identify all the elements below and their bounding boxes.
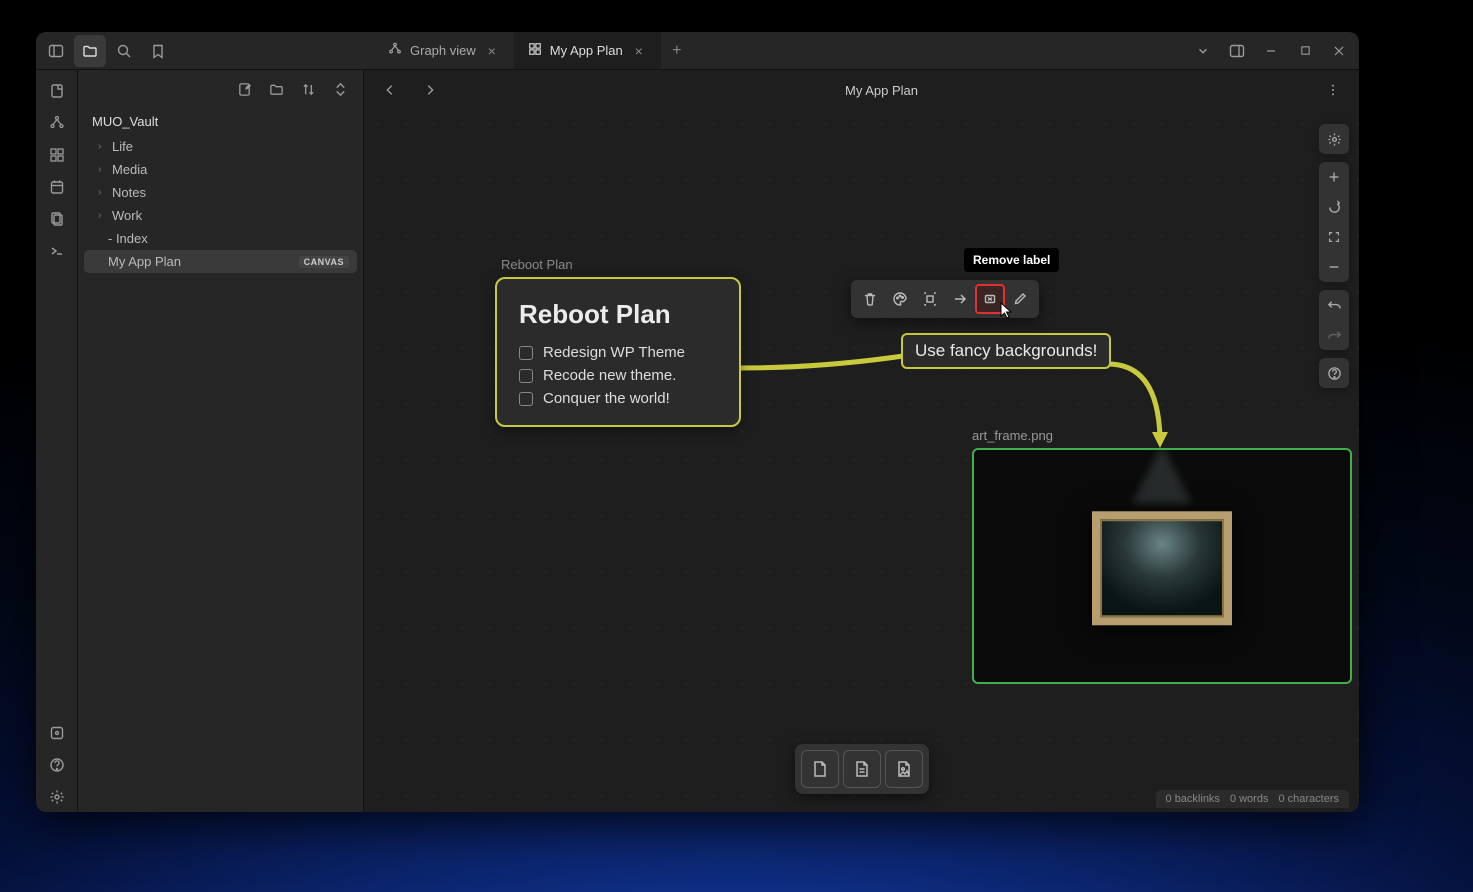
checkbox-icon[interactable] xyxy=(519,346,533,360)
add-media-icon[interactable] xyxy=(885,750,923,788)
backlinks-count[interactable]: 0 backlinks xyxy=(1166,793,1220,805)
titlebar: Graph view × My App Plan × + xyxy=(36,32,1359,70)
nav-forward-icon[interactable] xyxy=(414,74,446,106)
edge-label[interactable]: Use fancy backgrounds! xyxy=(901,333,1111,369)
selection-toolbar xyxy=(851,280,1039,318)
graph-view-icon[interactable] xyxy=(42,108,72,138)
picture-frame xyxy=(1092,511,1232,625)
command-palette-icon[interactable] xyxy=(42,236,72,266)
file-index[interactable]: - Index xyxy=(84,227,357,250)
undo-icon[interactable] xyxy=(1319,290,1349,320)
edit-icon[interactable] xyxy=(1005,284,1035,314)
folder-work[interactable]: ›Work xyxy=(84,204,357,227)
settings-icon[interactable] xyxy=(42,782,72,812)
checklist-item[interactable]: Conquer the world! xyxy=(519,390,717,407)
fullscreen-icon[interactable] xyxy=(1319,222,1349,252)
chevron-right-icon: › xyxy=(98,141,108,152)
folder-notes[interactable]: ›Notes xyxy=(84,181,357,204)
file-tree: ›Life ›Media ›Notes ›Work - Index My App… xyxy=(78,133,363,275)
checkbox-icon[interactable] xyxy=(519,369,533,383)
zoom-reset-icon[interactable] xyxy=(1319,192,1349,222)
add-file-icon[interactable] xyxy=(843,750,881,788)
search-icon[interactable] xyxy=(108,35,140,67)
checklist-item[interactable]: Redesign WP Theme xyxy=(519,344,717,361)
file-my-app-plan[interactable]: My App PlanCANVAS xyxy=(84,250,357,273)
ribbon xyxy=(36,70,78,812)
arrow-right-icon[interactable] xyxy=(945,284,975,314)
zoom-out-icon[interactable] xyxy=(1319,252,1349,282)
bookmark-icon[interactable] xyxy=(142,35,174,67)
canvas-add-toolbar xyxy=(795,744,929,794)
checklist-item[interactable]: Recode new theme. xyxy=(519,367,717,384)
canvas-icon xyxy=(528,42,542,59)
edge-line xyxy=(740,360,905,380)
redo-icon[interactable] xyxy=(1319,320,1349,350)
trash-icon[interactable] xyxy=(855,284,885,314)
app-window: Graph view × My App Plan × + xyxy=(36,32,1359,812)
sidebar-toggle-right-icon[interactable] xyxy=(1221,35,1253,67)
main-header: My App Plan xyxy=(364,70,1359,110)
nav-back-icon[interactable] xyxy=(374,74,406,106)
canvas-card-reboot-plan[interactable]: Reboot Plan Reboot Plan Redesign WP Them… xyxy=(495,277,741,427)
spotlight-decoration xyxy=(1132,448,1192,504)
tab-graph-view[interactable]: Graph view × xyxy=(374,32,514,69)
card-title: Reboot Plan xyxy=(519,299,717,330)
canvas-controls xyxy=(1319,124,1349,388)
canvas-badge: CANVAS xyxy=(299,256,349,268)
graph-icon xyxy=(388,42,402,59)
chevron-right-icon: › xyxy=(98,187,108,198)
tabs: Graph view × My App Plan × + xyxy=(374,32,1187,69)
page-title: My App Plan xyxy=(446,83,1317,98)
files-icon[interactable] xyxy=(74,35,106,67)
center-icon[interactable] xyxy=(915,284,945,314)
more-icon[interactable] xyxy=(1317,74,1349,106)
vault-icon[interactable] xyxy=(42,718,72,748)
tab-label: My App Plan xyxy=(550,43,623,58)
char-count: 0 characters xyxy=(1278,793,1339,805)
file-explorer-sidebar: MUO_Vault ›Life ›Media ›Notes ›Work - In… xyxy=(78,70,364,812)
new-note-icon[interactable] xyxy=(231,76,257,102)
new-tab-button[interactable]: + xyxy=(661,32,693,69)
quick-switcher-icon[interactable] xyxy=(42,76,72,106)
chevron-right-icon: › xyxy=(98,164,108,175)
close-icon[interactable]: × xyxy=(484,43,500,59)
canvas-area[interactable]: Reboot Plan Reboot Plan Redesign WP Them… xyxy=(364,110,1359,812)
statusbar: 0 backlinks 0 words 0 characters xyxy=(1156,790,1349,808)
folder-media[interactable]: ›Media xyxy=(84,158,357,181)
minimize-icon[interactable] xyxy=(1255,35,1287,67)
collapse-icon[interactable] xyxy=(327,76,353,102)
sort-icon[interactable] xyxy=(295,76,321,102)
card-label: Reboot Plan xyxy=(501,257,573,272)
tab-label: Graph view xyxy=(410,43,476,58)
help-icon[interactable] xyxy=(1319,358,1349,388)
edge-arrow xyxy=(1108,360,1188,460)
zoom-in-icon[interactable] xyxy=(1319,162,1349,192)
templates-icon[interactable] xyxy=(42,204,72,234)
help-icon[interactable] xyxy=(42,750,72,780)
sidebar-toggle-left-icon[interactable] xyxy=(40,35,72,67)
main-pane: My App Plan Reboot Plan Reboot Plan xyxy=(364,70,1359,812)
canvas-image-card[interactable] xyxy=(972,448,1352,684)
daily-note-icon[interactable] xyxy=(42,172,72,202)
settings-icon[interactable] xyxy=(1319,124,1349,154)
tab-my-app-plan[interactable]: My App Plan × xyxy=(514,32,661,69)
palette-icon[interactable] xyxy=(885,284,915,314)
maximize-icon[interactable] xyxy=(1289,35,1321,67)
folder-life[interactable]: ›Life xyxy=(84,135,357,158)
checkbox-icon[interactable] xyxy=(519,392,533,406)
tooltip: Remove label xyxy=(964,248,1059,272)
new-folder-icon[interactable] xyxy=(263,76,289,102)
chevron-right-icon: › xyxy=(98,210,108,221)
window-close-icon[interactable] xyxy=(1323,35,1355,67)
vault-name[interactable]: MUO_Vault xyxy=(78,108,363,133)
close-icon[interactable]: × xyxy=(631,43,647,59)
add-note-icon[interactable] xyxy=(801,750,839,788)
image-card-label: art_frame.png xyxy=(972,428,1053,443)
label-off-icon[interactable] xyxy=(975,284,1005,314)
canvas-new-icon[interactable] xyxy=(42,140,72,170)
chevron-down-icon[interactable] xyxy=(1187,35,1219,67)
word-count: 0 words xyxy=(1230,793,1269,805)
